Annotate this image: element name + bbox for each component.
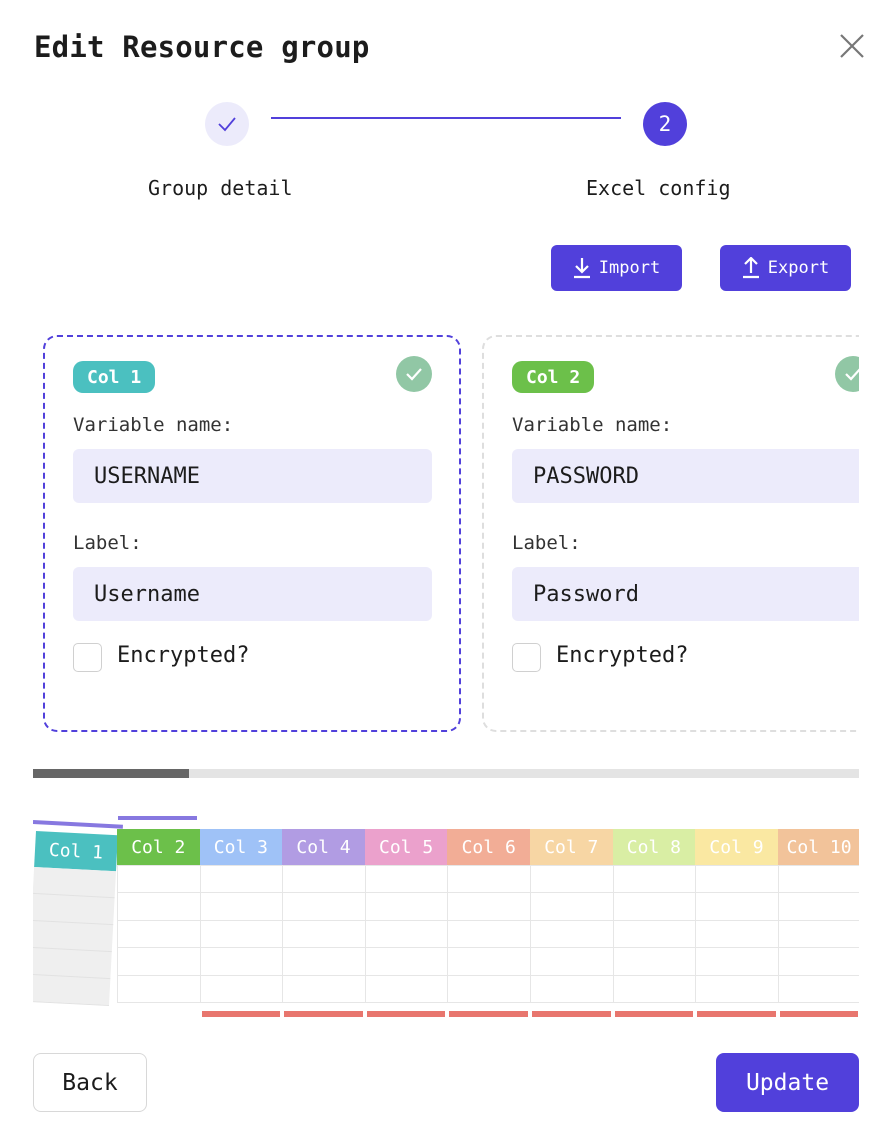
encrypted-label: Encrypted?: [117, 643, 250, 668]
column-drop-zone: [284, 1011, 363, 1017]
column-drop-zone: [201, 1011, 281, 1017]
column-drop-zone: [779, 1011, 859, 1017]
download-icon: [573, 258, 590, 279]
column-drop-zone: [449, 1011, 528, 1017]
row-divider: [117, 919, 859, 921]
row-divider: [117, 947, 859, 949]
step-2-number: 2: [658, 112, 672, 136]
dragging-column-header: Col 1: [34, 831, 118, 872]
step-2-active[interactable]: 2: [643, 102, 687, 146]
excel-column-grid: Col 1 Col 2 Col 3 Col 4 Col 5 Col 6 Col 7 Col …: [33, 805, 859, 1025]
stepper-connector: [271, 117, 621, 119]
drag-indicator: [33, 820, 123, 829]
label-label: Label:: [512, 532, 581, 554]
column-header-col-2[interactable]: Col 2: [117, 829, 200, 865]
column-header-col-4[interactable]: Col 4: [282, 829, 365, 865]
back-button[interactable]: Back: [33, 1053, 147, 1112]
column-header-col-9[interactable]: Col 9: [695, 829, 778, 865]
step-1-done[interactable]: [205, 102, 249, 146]
drop-indicator: [118, 816, 197, 820]
export-button[interactable]: Export: [720, 245, 851, 291]
import-button[interactable]: Import: [551, 245, 682, 291]
column-drop-zone: [366, 1011, 446, 1017]
column-divider: [117, 865, 118, 1002]
variable-name-input[interactable]: PASSWORD: [512, 449, 859, 503]
encrypted-checkbox[interactable]: [73, 643, 102, 672]
column-divider: [447, 865, 449, 1002]
row-divider: [117, 974, 859, 976]
upload-icon: [742, 257, 759, 279]
column-drop-zone: [697, 1011, 776, 1017]
column-card-col-1[interactable]: Col 1 Variable name: USERNAME Label: Use…: [43, 335, 461, 732]
column-header-col-10[interactable]: Col 10: [777, 829, 859, 865]
row-divider: [117, 892, 859, 894]
label-label: Label:: [73, 532, 142, 554]
column-divider: [612, 865, 614, 1002]
step-1-label: Group detail: [148, 176, 293, 200]
selected-check-icon: [396, 356, 432, 392]
column-header-col-3[interactable]: Col 3: [199, 829, 283, 865]
variable-name-input[interactable]: USERNAME: [73, 449, 432, 503]
row-divider: [117, 865, 859, 866]
variable-name-label: Variable name:: [512, 414, 673, 436]
close-icon[interactable]: [832, 26, 872, 66]
dragging-column[interactable]: Col 1: [33, 831, 118, 1007]
column-header-col-7[interactable]: Col 7: [530, 829, 613, 865]
page-title: Edit Resource group: [34, 30, 370, 64]
column-drop-zone: [532, 1011, 611, 1017]
export-label: Export: [767, 258, 830, 278]
label-input[interactable]: Username: [73, 567, 432, 621]
column-divider: [695, 865, 697, 1002]
col-1-badge: Col 1: [73, 361, 156, 393]
col-2-badge: Col 2: [512, 361, 595, 393]
column-cards-carousel: Col 1 Variable name: USERNAME Label: Use…: [33, 325, 859, 745]
column-header-col-8[interactable]: Col 8: [612, 829, 696, 865]
column-drop-zone: [614, 1011, 694, 1017]
column-divider: [777, 865, 779, 1002]
step-2-label: Excel config: [586, 176, 731, 200]
row-divider: [117, 1002, 859, 1003]
carousel-scrollbar-thumb[interactable]: [33, 769, 189, 778]
column-card-col-2[interactable]: Col 2 Variable name: PASSWORD Label: Pas…: [482, 335, 859, 732]
checkmark-icon: [218, 117, 236, 132]
label-input[interactable]: Password: [512, 567, 859, 621]
column-divider: [199, 865, 201, 1002]
column-divider: [364, 865, 366, 1002]
encrypted-checkbox[interactable]: [512, 643, 541, 672]
selected-check-icon: [835, 356, 859, 392]
column-header-col-6[interactable]: Col 6: [447, 829, 530, 865]
column-divider: [282, 865, 284, 1002]
column-divider: [530, 865, 531, 1002]
column-header-col-5[interactable]: Col 5: [364, 829, 448, 865]
import-label: Import: [598, 258, 661, 278]
dragging-column-cells: [33, 866, 117, 1007]
encrypted-label: Encrypted?: [556, 643, 689, 668]
variable-name-label: Variable name:: [73, 414, 234, 436]
update-button[interactable]: Update: [716, 1053, 859, 1112]
